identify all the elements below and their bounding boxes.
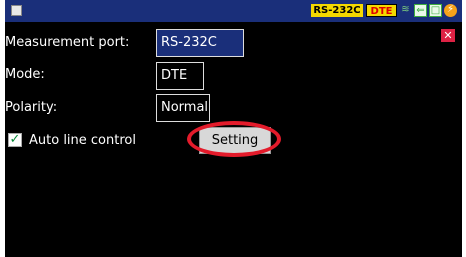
line-arrow-icon: ⇐ [414,4,427,17]
highlight-ring [187,121,281,157]
checkmark-icon: ✓ [9,132,21,147]
power-bolt-icon: ⚡ [444,4,457,17]
port-badge: RS-232C [311,4,363,17]
mode-label: Mode: [5,67,45,82]
measurement-port-label: Measurement port: [5,35,130,50]
mode-badge: DTE [366,4,397,17]
close-icon[interactable]: ✕ [441,29,455,42]
device-screen: RS-232C DTE ≋ ⇐ □ ⚡ ✕ Measurement port: … [5,0,462,257]
polarity-field[interactable]: Normal [156,94,210,122]
auto-line-control-label: Auto line control [29,133,136,148]
polarity-label: Polarity: [5,100,58,115]
measurement-port-field[interactable]: RS-232C [156,29,244,57]
auto-line-control-checkbox[interactable]: ✓ [8,133,22,147]
status-bar: RS-232C DTE ≋ ⇐ □ ⚡ [5,0,462,22]
signal-wave-icon: ≋ [401,4,410,15]
mode-field[interactable]: DTE [156,62,204,90]
menu-square-icon[interactable] [11,5,22,16]
record-box-icon: □ [429,4,442,17]
